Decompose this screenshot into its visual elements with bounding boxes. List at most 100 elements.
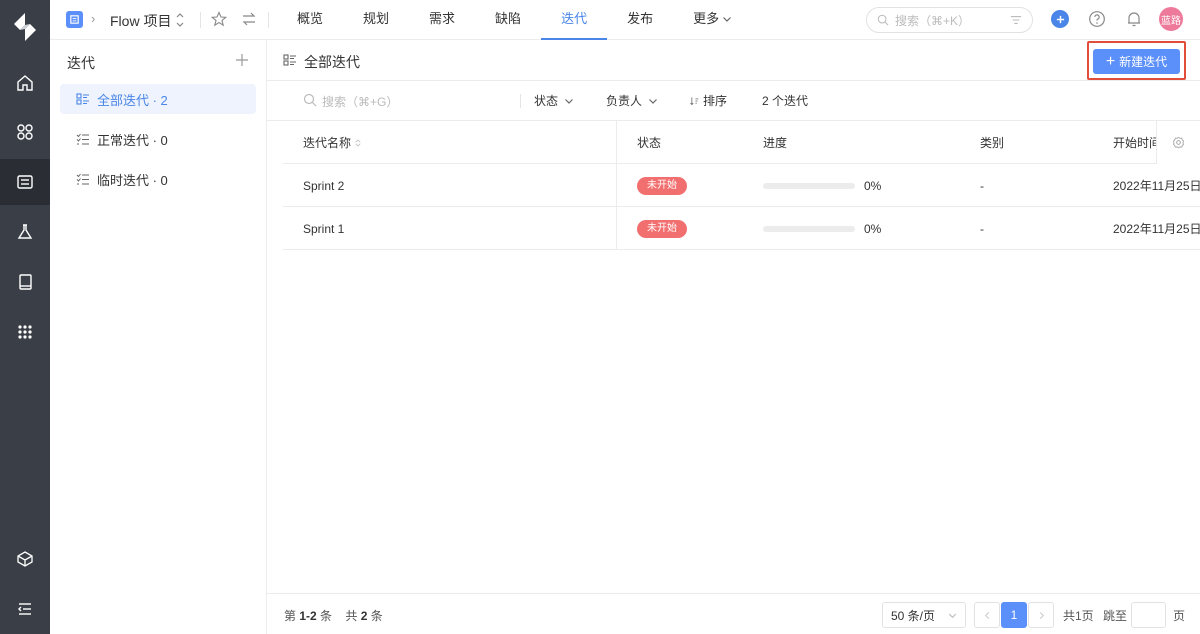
status-badge[interactable]: 未开始 [637, 176, 687, 195]
status-cell: 未开始 [637, 207, 687, 250]
range-suffix: 条 [320, 609, 333, 623]
collapse-menu-icon[interactable] [0, 586, 50, 632]
status-cell: 未开始 [637, 164, 687, 207]
chevron-down-icon [723, 17, 732, 22]
table-row[interactable]: Sprint 1 未开始 0% - 2022年11月25日 [283, 207, 1200, 250]
sidebar-item-temporary-iterations[interactable]: 临时迭代 · 0 [60, 164, 256, 194]
next-page-button[interactable] [1028, 602, 1054, 628]
main-header: 全部迭代 + 新建迭代 [267, 40, 1200, 81]
help-icon[interactable] [1088, 10, 1106, 28]
tab-planning[interactable]: 规划 [343, 0, 409, 40]
iteration-count: 2 个迭代 [762, 94, 809, 108]
iteration-name[interactable]: Sprint 1 [303, 207, 344, 250]
start-time-cell: 2022年11月25日 [1113, 179, 1200, 193]
chevron-down-icon [649, 98, 657, 104]
total-suffix: 条 [370, 609, 383, 623]
status-filter-label: 状态 [534, 94, 559, 108]
sort-icon [690, 96, 699, 105]
range-prefix: 第 [284, 609, 297, 623]
column-header-category: 类别 [980, 136, 1005, 150]
range-value: 1-2 [299, 609, 317, 623]
tab-defects[interactable]: 缺陷 [475, 0, 541, 40]
quick-add-icon[interactable] [1051, 10, 1069, 28]
table-row[interactable]: Sprint 2 未开始 0% - 2022年11月25日 [283, 164, 1200, 207]
progress-bar [763, 182, 855, 189]
prev-page-button[interactable] [974, 602, 1000, 628]
sidebar-item-all-iterations[interactable]: 全部迭代 · 2 [60, 84, 256, 114]
app-logo-icon[interactable] [12, 12, 38, 42]
apps-icon[interactable] [0, 109, 50, 155]
chevron-right-icon [1039, 611, 1044, 619]
plus-icon: + [1105, 52, 1116, 70]
iteration-search-input[interactable]: 搜索（⌘+G） [322, 93, 398, 110]
page-title: 全部迭代 [304, 54, 360, 70]
home-icon[interactable] [0, 60, 50, 106]
search-icon [877, 14, 889, 26]
pagination-summary: 第 1-2 条 共 2 条 [284, 607, 383, 624]
table-header: 迭代名称 状态 进度 类别 开始时间 [283, 121, 1200, 164]
filter-icon[interactable] [1010, 14, 1022, 26]
column-header-name[interactable]: 迭代名称 [303, 121, 361, 164]
main-content: 全部迭代 + 新建迭代 搜索（⌘+G） 状态 负责人 排序 2 个迭代 迭代名称… [267, 40, 1200, 634]
assignee-filter[interactable]: 负责人 [606, 92, 658, 109]
progress-text: 0% [864, 178, 882, 193]
tab-more[interactable]: 更多 [673, 0, 752, 40]
list-icon [76, 93, 89, 105]
sidebar-item-normal-iterations[interactable]: 正常迭代 · 0 [60, 124, 256, 154]
tab-iterations[interactable]: 迭代 [541, 0, 608, 40]
global-search-input[interactable]: 搜索（⌘+K） [866, 7, 1033, 33]
gear-icon [1172, 136, 1185, 149]
jump-label: 跳至 [1103, 609, 1128, 623]
search-icon [303, 93, 317, 107]
project-name[interactable]: Flow 项目 [110, 11, 171, 31]
column-header-status: 状态 [637, 136, 662, 150]
project-badge-icon[interactable] [66, 11, 83, 28]
user-avatar[interactable]: 蓝路 [1159, 7, 1183, 31]
flask-icon[interactable] [0, 209, 50, 255]
sidebar-item-label: 全部迭代 · 2 [97, 92, 168, 108]
filter-bar: 搜索（⌘+G） 状态 负责人 排序 2 个迭代 [267, 81, 1200, 121]
breadcrumb-chevron-icon: › [91, 11, 96, 26]
new-iteration-button[interactable]: + 新建迭代 [1093, 49, 1180, 74]
book-icon[interactable] [0, 259, 50, 305]
chevron-left-icon [984, 611, 989, 619]
project-icon[interactable] [0, 159, 50, 205]
column-header-start-time: 开始时间 [1113, 136, 1156, 150]
divider [520, 94, 521, 108]
page-button-current[interactable]: 1 [1001, 602, 1027, 628]
project-switch-icon[interactable] [175, 11, 185, 29]
grid-menu-icon[interactable] [0, 309, 50, 355]
list-icon [283, 54, 296, 66]
tab-requirements[interactable]: 需求 [409, 0, 475, 40]
chevron-down-icon [565, 98, 573, 104]
tab-overview[interactable]: 概览 [277, 0, 343, 40]
pagination-footer: 第 1-2 条 共 2 条 50 条/页 1 共1页 跳至 页 [267, 593, 1200, 634]
chevron-down-icon [948, 613, 957, 618]
star-icon[interactable] [211, 11, 227, 27]
iteration-name[interactable]: Sprint 2 [303, 164, 344, 207]
category-cell: - [980, 178, 984, 193]
status-filter[interactable]: 状态 [534, 92, 574, 109]
app-rail [0, 0, 50, 634]
page-unit: 页 [1173, 609, 1186, 623]
column-header-progress: 进度 [763, 136, 788, 150]
column-settings-button[interactable] [1156, 121, 1200, 164]
divider [200, 12, 201, 28]
bell-icon[interactable] [1125, 10, 1143, 28]
sort-arrows-icon[interactable] [355, 138, 361, 148]
tab-releases[interactable]: 发布 [607, 0, 673, 40]
new-iteration-label: 新建迭代 [1119, 55, 1168, 69]
iteration-table: 迭代名称 状态 进度 类别 开始时间 Sprint 2 未开始 0% - 202… [283, 121, 1200, 250]
jump-page-input[interactable] [1131, 602, 1166, 628]
status-badge[interactable]: 未开始 [637, 219, 687, 238]
progress-cell: 0% [763, 164, 881, 207]
page-size-select[interactable]: 50 条/页 [882, 602, 966, 628]
checklist-icon [76, 133, 89, 145]
total-pages: 共1页 [1063, 609, 1094, 623]
sort-control[interactable]: 排序 [689, 92, 727, 109]
swap-icon[interactable] [241, 11, 257, 27]
add-icon[interactable] [235, 53, 249, 67]
divider [268, 12, 269, 28]
cube-icon[interactable] [0, 536, 50, 582]
sort-label: 排序 [703, 94, 728, 108]
